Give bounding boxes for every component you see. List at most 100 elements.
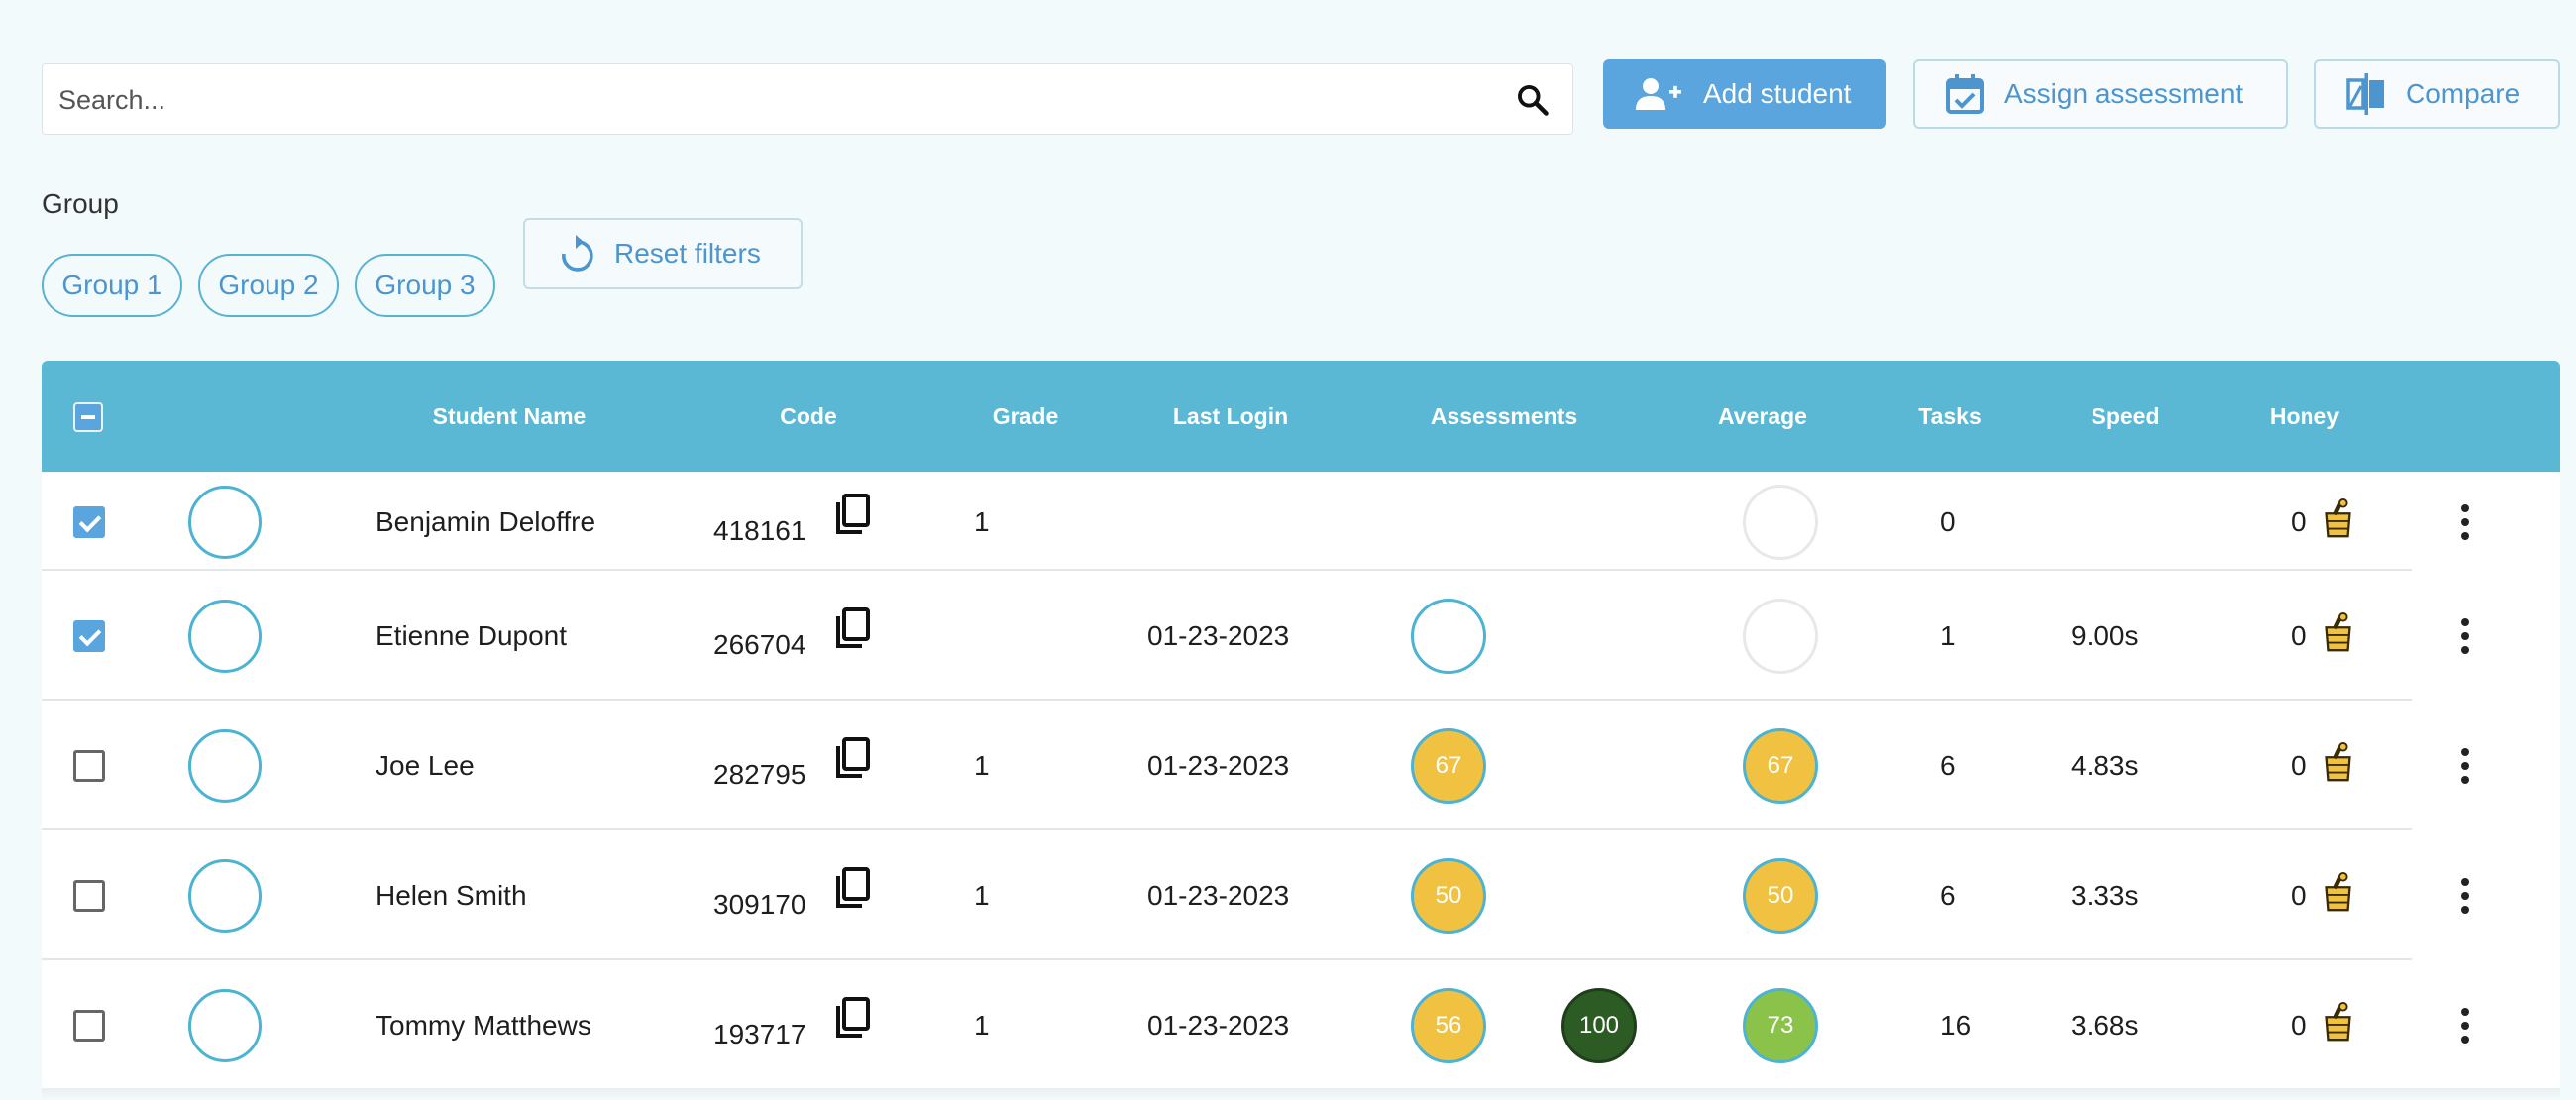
column-header-speed[interactable]: Speed xyxy=(2091,361,2159,472)
tasks-value: 16 xyxy=(1940,1009,1972,1041)
compare-icon xyxy=(2346,73,2384,115)
assign-assessment-button[interactable]: Assign assessment xyxy=(1913,59,2288,129)
row-checkbox[interactable] xyxy=(73,749,105,782)
student-code: 309170 xyxy=(713,888,806,920)
compare-label: Compare xyxy=(2406,78,2521,109)
speed-value: 4.83s xyxy=(2071,749,2139,781)
more-vert-icon[interactable] xyxy=(2459,747,2471,788)
assessment-score[interactable]: 50 xyxy=(1411,857,1486,934)
group-chip-1[interactable]: Group 1 xyxy=(42,254,182,317)
average-score: 67 xyxy=(1743,727,1818,804)
honey-pot-icon xyxy=(2325,1001,2351,1041)
column-header-last-login[interactable]: Last Login xyxy=(1173,361,1288,472)
row-checkbox[interactable] xyxy=(73,505,105,538)
row-checkbox[interactable] xyxy=(73,879,105,912)
honey-value: 0 xyxy=(2291,749,2307,781)
search-box xyxy=(42,63,1573,136)
copy-icon[interactable] xyxy=(832,493,872,536)
avatar[interactable] xyxy=(188,988,262,1062)
column-header-tasks[interactable]: Tasks xyxy=(1918,361,1982,472)
grade-value: 1 xyxy=(974,1009,990,1041)
add-student-label: Add student xyxy=(1703,78,1852,109)
avatar[interactable] xyxy=(188,858,262,933)
table-row[interactable]: Benjamin Deloffre 418161 1 0 0 xyxy=(42,473,2560,571)
add-student-button[interactable]: Add student xyxy=(1603,59,1886,129)
table-bottom-edge xyxy=(42,1088,2560,1100)
copy-icon[interactable] xyxy=(832,736,872,780)
more-vert-icon[interactable] xyxy=(2459,1007,2471,1047)
assign-assessment-label: Assign assessment xyxy=(2004,78,2244,109)
assessment-score[interactable]: 100 xyxy=(1561,987,1637,1063)
student-name[interactable]: Tommy Matthews xyxy=(376,1010,591,1042)
column-header-student-name[interactable]: Student Name xyxy=(433,361,587,472)
last-login-value: 01-23-2023 xyxy=(1147,1009,1290,1041)
table-row[interactable]: Tommy Matthews 193717 1 01-23-2023 56 100 73 16… xyxy=(42,960,2560,1090)
honey-value: 0 xyxy=(2291,879,2307,911)
assessment-score[interactable]: 67 xyxy=(1411,727,1486,804)
more-vert-icon[interactable] xyxy=(2459,877,2471,918)
more-vert-icon[interactable] xyxy=(2459,617,2471,658)
column-header-assessments[interactable]: Assessments xyxy=(1431,361,1577,472)
student-name[interactable]: Benjamin Deloffre xyxy=(376,506,595,538)
tasks-value: 6 xyxy=(1940,749,1956,781)
average-score: 73 xyxy=(1743,987,1818,1063)
tasks-value: 0 xyxy=(1940,505,1956,537)
student-name[interactable]: Etienne Dupont xyxy=(376,620,567,652)
avatar[interactable] xyxy=(188,599,262,673)
average-score xyxy=(1743,484,1818,560)
honey-value: 0 xyxy=(2291,1009,2307,1041)
assessment-score[interactable]: 56 xyxy=(1411,987,1486,1063)
honey-pot-icon xyxy=(2325,611,2351,651)
last-login-value: 01-23-2023 xyxy=(1147,749,1290,781)
reset-icon xyxy=(562,235,593,272)
honey-pot-icon xyxy=(2325,741,2351,781)
compare-button[interactable]: Compare xyxy=(2314,59,2560,129)
group-chip-2[interactable]: Group 2 xyxy=(198,254,339,317)
honey-value: 0 xyxy=(2291,619,2307,651)
calendar-check-icon xyxy=(1946,74,1984,114)
table-row[interactable]: Helen Smith 309170 1 01-23-2023 50 50 6 3.33s 0 xyxy=(42,830,2560,960)
table-row[interactable]: Joe Lee 282795 1 01-23-2023 67 67 6 4.83s 0 xyxy=(42,701,2560,830)
column-header-average[interactable]: Average xyxy=(1718,361,1807,472)
row-checkbox[interactable] xyxy=(73,619,105,652)
grade-value: 1 xyxy=(974,749,990,781)
avatar[interactable] xyxy=(188,728,262,803)
column-header-code[interactable]: Code xyxy=(780,361,837,472)
add-user-icon xyxy=(1636,78,1681,110)
tasks-value: 1 xyxy=(1940,619,1956,651)
column-header-grade[interactable]: Grade xyxy=(993,361,1058,472)
column-header-honey[interactable]: Honey xyxy=(2270,361,2339,472)
student-code: 418161 xyxy=(713,514,806,546)
search-icon[interactable] xyxy=(1515,82,1551,118)
copy-icon[interactable] xyxy=(832,866,872,910)
reset-filters-button[interactable]: Reset filters xyxy=(523,218,803,289)
average-score: 50 xyxy=(1743,857,1818,934)
grade-value: 1 xyxy=(974,879,990,911)
table-row[interactable]: Etienne Dupont 266704 01-23-2023 1 9.00s 0 xyxy=(42,571,2560,701)
speed-value: 3.33s xyxy=(2071,879,2139,911)
student-code: 193717 xyxy=(713,1018,806,1049)
select-all-checkbox[interactable] xyxy=(73,402,103,432)
last-login-value: 01-23-2023 xyxy=(1147,619,1290,651)
grade-value: 1 xyxy=(974,505,990,537)
assessment-score[interactable] xyxy=(1411,598,1486,674)
speed-value: 3.68s xyxy=(2071,1009,2139,1041)
speed-value: 9.00s xyxy=(2071,619,2139,651)
search-input[interactable] xyxy=(56,64,1487,136)
copy-icon[interactable] xyxy=(832,606,872,650)
more-vert-icon[interactable] xyxy=(2459,503,2471,544)
honey-pot-icon xyxy=(2325,497,2351,537)
group-chip-3[interactable]: Group 3 xyxy=(355,254,495,317)
reset-filters-label: Reset filters xyxy=(614,238,761,269)
student-name[interactable]: Joe Lee xyxy=(376,750,475,782)
average-score xyxy=(1743,598,1818,674)
student-code: 266704 xyxy=(713,628,806,660)
honey-pot-icon xyxy=(2325,871,2351,911)
copy-icon[interactable] xyxy=(832,996,872,1040)
group-filter-label: Group xyxy=(42,188,119,219)
student-code: 282795 xyxy=(713,758,806,790)
row-checkbox[interactable] xyxy=(73,1009,105,1042)
student-name[interactable]: Helen Smith xyxy=(376,880,527,912)
avatar[interactable] xyxy=(188,485,262,559)
last-login-value: 01-23-2023 xyxy=(1147,879,1290,911)
